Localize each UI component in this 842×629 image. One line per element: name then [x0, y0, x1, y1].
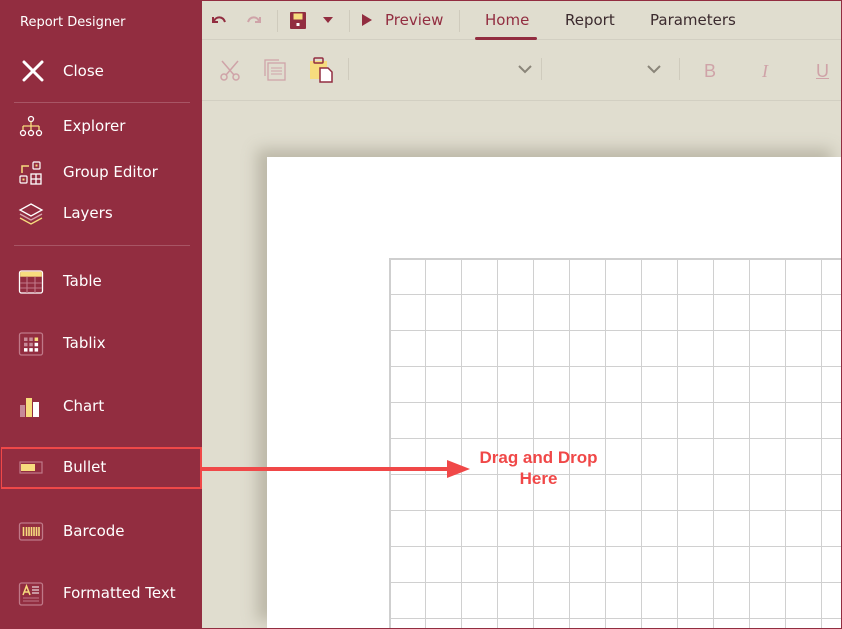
chevron-down-icon	[647, 65, 661, 74]
sidebar-item-tablix[interactable]: Tablix	[0, 323, 202, 363]
font-family-dropdown[interactable]	[352, 53, 532, 87]
sidebar-item-group-editor[interactable]: Group Editor	[0, 152, 202, 192]
save-icon[interactable]	[290, 12, 306, 29]
sidebar-item-barcode[interactable]: Barcode	[0, 511, 202, 551]
underline-button[interactable]: U	[816, 61, 829, 82]
cut-icon[interactable]	[219, 59, 241, 81]
top-toolbar: Preview Home Report Parameters	[202, 0, 842, 40]
font-size-dropdown[interactable]	[547, 53, 661, 87]
toolbar-separator	[459, 10, 460, 32]
close-icon	[22, 60, 44, 82]
sidebar-divider	[14, 245, 190, 246]
sidebar-item-label: Formatted Text	[63, 584, 176, 602]
tab-parameters[interactable]: Parameters	[650, 11, 736, 29]
group-editor-icon	[19, 161, 42, 185]
bullet-icon	[19, 461, 43, 474]
toolbar-separator	[541, 58, 542, 80]
drag-arrow	[202, 460, 470, 478]
close-label: Close	[63, 62, 104, 80]
formatting-toolbar: B I U	[202, 41, 842, 101]
bold-button[interactable]: B	[704, 61, 716, 82]
toolbar-separator	[277, 10, 278, 32]
sidebar-item-table[interactable]: Table	[0, 261, 202, 301]
sidebar-item-label: Barcode	[63, 522, 125, 540]
layers-icon	[18, 203, 44, 225]
redo-icon[interactable]	[246, 13, 262, 27]
sidebar-item-chart[interactable]: Chart	[0, 386, 202, 426]
sidebar-item-label: Explorer	[63, 117, 126, 135]
sidebar-item-label: Table	[63, 272, 102, 290]
play-icon[interactable]	[362, 14, 372, 26]
tablix-icon	[18, 332, 44, 356]
toolbar-separator	[349, 10, 350, 32]
tab-report[interactable]: Report	[565, 11, 615, 29]
sidebar-item-formatted-text[interactable]: Formatted Text	[0, 573, 202, 613]
sidebar-item-bullet[interactable]: Bullet	[0, 447, 202, 489]
table-icon	[18, 270, 44, 294]
copy-icon[interactable]	[264, 59, 286, 81]
sidebar-item-label: Layers	[63, 204, 113, 222]
chevron-down-icon	[518, 65, 532, 74]
toolbar-separator	[679, 58, 680, 80]
sidebar-item-label: Chart	[63, 397, 105, 415]
explorer-tree-icon	[19, 115, 43, 137]
active-tab-indicator	[475, 37, 537, 40]
close-button[interactable]: Close	[0, 50, 202, 92]
caret-down-icon[interactable]	[323, 17, 333, 23]
italic-button[interactable]: I	[762, 61, 768, 82]
chart-icon	[20, 398, 39, 417]
drag-drop-annotation: Drag and Drop Here	[479, 448, 598, 488]
app-title: Report Designer	[20, 15, 126, 30]
sidebar-item-label: Tablix	[63, 334, 106, 352]
undo-icon[interactable]	[211, 13, 227, 27]
barcode-icon	[18, 522, 44, 541]
sidebar-divider	[14, 102, 190, 103]
toolbar-separator	[348, 58, 349, 80]
sidebar: Report Designer Close Explorer Group Edi…	[0, 0, 202, 629]
tab-home[interactable]: Home	[485, 11, 529, 29]
paste-icon[interactable]	[310, 57, 334, 83]
sidebar-item-explorer[interactable]: Explorer	[0, 106, 202, 146]
sidebar-item-label: Group Editor	[63, 163, 158, 181]
report-body-grid[interactable]	[389, 258, 842, 629]
preview-button[interactable]: Preview	[385, 11, 443, 29]
formatted-text-icon	[18, 582, 44, 606]
sidebar-item-layers[interactable]: Layers	[0, 193, 202, 233]
sidebar-item-label: Bullet	[63, 458, 107, 476]
